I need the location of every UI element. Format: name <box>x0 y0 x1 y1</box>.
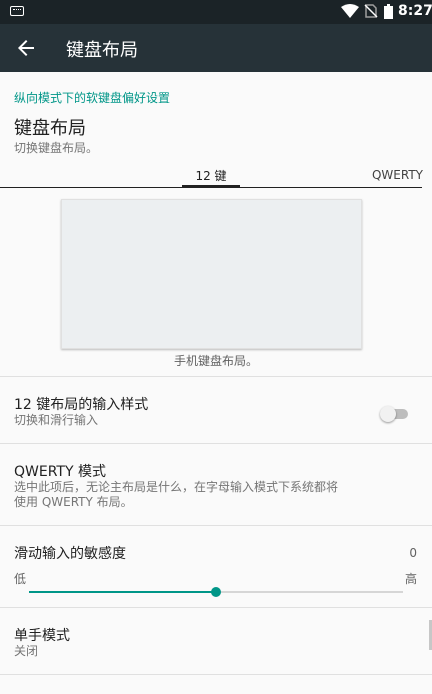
divider <box>0 674 432 675</box>
battery-icon <box>384 4 393 19</box>
qwerty-mode-title[interactable]: QWERTY 模式 <box>14 461 106 481</box>
swipe-sensitivity-slider[interactable] <box>29 586 403 598</box>
one-hand-mode-title[interactable]: 单手模式 <box>14 625 70 645</box>
tab-selected-indicator <box>182 185 240 188</box>
app-toolbar: 键盘布局 <box>0 24 432 72</box>
keyboard-layout-subtitle: 切换键盘布局。 <box>14 141 99 155</box>
status-bar: 8:27 <box>0 0 432 24</box>
preview-caption: 手机键盘布局。 <box>173 354 258 368</box>
tab-12-key[interactable]: 12 键 <box>182 167 240 184</box>
layout-tabs: 12 键 QWERTY <box>0 160 432 188</box>
swipe-sensitivity-value: 0 <box>409 546 417 560</box>
category-header: 纵向模式下的软键盘偏好设置 <box>14 91 171 105</box>
divider <box>0 443 432 444</box>
qwerty-mode-summary-line1: 选中此项后，无论主布局是什么，在字母输入模式下系统都将 <box>14 480 339 494</box>
qwerty-mode-summary-line2: 使用 QWERTY 布局。 <box>14 495 133 509</box>
keyboard-layout-preview[interactable] <box>61 199 362 349</box>
back-arrow-icon[interactable] <box>14 36 38 60</box>
slider-high-label: 高 <box>404 572 417 586</box>
keyboard-layout-title: 键盘布局 <box>14 118 86 139</box>
settings-list[interactable]: 纵向模式下的软键盘偏好设置 键盘布局 切换键盘布局。 12 键 QWERTY 手… <box>0 72 432 694</box>
divider <box>0 525 432 526</box>
status-time: 8:27 <box>398 3 432 19</box>
toggle-thumb <box>380 406 396 422</box>
toolbar-title: 键盘布局 <box>66 40 138 61</box>
swipe-sensitivity-title: 滑动输入的敏感度 <box>14 546 126 562</box>
wifi-icon <box>341 4 359 18</box>
divider <box>0 607 432 608</box>
slider-low-label: 低 <box>14 572 27 586</box>
slider-thumb[interactable] <box>211 587 221 597</box>
tab-qwerty[interactable]: QWERTY <box>372 168 423 182</box>
one-hand-mode-summary: 关闭 <box>14 644 39 658</box>
qwerty-mode-toggle[interactable] <box>380 406 408 422</box>
divider <box>0 376 432 377</box>
no-sim-icon <box>364 4 378 18</box>
input-style-title[interactable]: 12 键布局的输入样式 <box>14 394 148 414</box>
keyboard-notification-icon <box>10 6 24 16</box>
slider-fill <box>29 591 216 593</box>
input-style-summary: 切换和滑行输入 <box>14 413 99 427</box>
